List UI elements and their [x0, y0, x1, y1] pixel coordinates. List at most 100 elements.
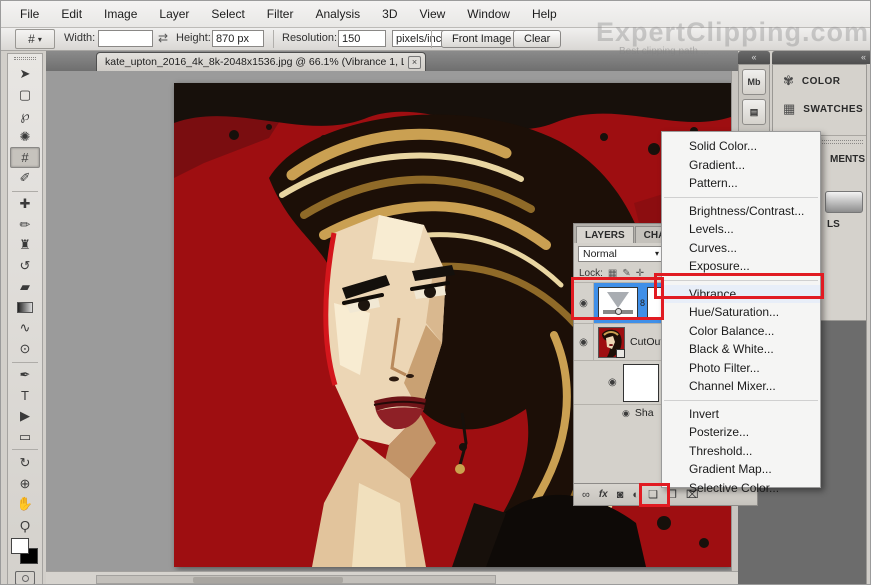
lock-paint-icon[interactable]: ✎	[622, 268, 630, 279]
menu-item-gradient-map[interactable]: Gradient Map...	[662, 460, 820, 479]
visibility-toggle[interactable]: ◉	[574, 283, 594, 323]
spot-healing-brush-tool[interactable]: ✚	[10, 194, 40, 215]
width-input[interactable]	[98, 30, 153, 47]
menu-window[interactable]: Window	[456, 2, 521, 26]
menu-layer[interactable]: Layer	[148, 2, 200, 26]
menu-analysis[interactable]: Analysis	[304, 2, 371, 26]
menu-item-vibrance[interactable]: Vibrance...	[662, 284, 820, 303]
color-panel-tab[interactable]: ✾ COLOR	[773, 65, 870, 93]
move-tool[interactable]: ➤	[10, 64, 40, 85]
eraser-tool[interactable]: ▰	[10, 277, 40, 298]
gradient-tool[interactable]	[10, 297, 40, 318]
menu-item-color-balance[interactable]: Color Balance...	[662, 322, 820, 341]
pen-tool[interactable]: ✒	[10, 364, 40, 385]
menu-item-brightness-contrast[interactable]: Brightness/Contrast...	[662, 202, 820, 221]
visibility-toggle[interactable]: ◉	[574, 324, 594, 360]
quick-mask-button[interactable]	[15, 571, 35, 584]
horizontal-scrollbar[interactable]	[96, 575, 496, 584]
lock-move-icon[interactable]: ✛	[636, 268, 644, 279]
menu-item-solid-color[interactable]: Solid Color...	[662, 137, 820, 156]
tool-preset-picker[interactable]: # ▾	[15, 29, 55, 49]
menu-item-curves[interactable]: Curves...	[662, 239, 820, 258]
brush-tool[interactable]: ✏	[10, 214, 40, 235]
clear-button[interactable]: Clear	[513, 30, 562, 48]
menu-filter[interactable]: Filter	[256, 2, 305, 26]
menu-view[interactable]: View	[408, 2, 456, 26]
menu-item-photo-filter[interactable]: Photo Filter...	[662, 359, 820, 378]
rectangular-marquee-tool[interactable]: ▢	[10, 85, 40, 106]
type-tool[interactable]: T	[10, 385, 40, 406]
blend-mode-select[interactable]: Normal ▾	[578, 245, 664, 262]
menu-edit[interactable]: Edit	[50, 2, 93, 26]
dodge-icon: ⊙	[19, 341, 31, 357]
collapse-panels-button[interactable]: «	[772, 51, 870, 64]
height-input[interactable]	[212, 30, 264, 47]
hand-tool[interactable]: ✋	[10, 494, 40, 515]
divider	[273, 30, 274, 48]
3d-rotate-tool[interactable]: ↻	[10, 452, 40, 473]
menu-item-black-white[interactable]: Black & White...	[662, 340, 820, 359]
tab-layers[interactable]: LAYERS	[576, 226, 634, 243]
divider	[12, 190, 38, 192]
document-tab[interactable]: kate_upton_2016_4k_8k-2048x1536.jpg @ 66…	[96, 52, 426, 71]
menu-image[interactable]: Image	[93, 2, 148, 26]
smudge-tool[interactable]: ∿	[10, 318, 40, 339]
menu-select[interactable]: Select	[200, 2, 255, 26]
history-brush-tool[interactable]: ↺	[10, 256, 40, 277]
menu-item-gradient[interactable]: Gradient...	[662, 156, 820, 175]
lock-label: Lock:	[579, 267, 603, 279]
menu-item-channel-mixer[interactable]: Channel Mixer...	[662, 377, 820, 396]
menu-item-threshold[interactable]: Threshold...	[662, 442, 820, 461]
mini-bridge-button[interactable]: Mb	[742, 69, 766, 95]
zoom-tool[interactable]: Ϙ	[10, 515, 40, 536]
gradient-preset-button[interactable]	[825, 191, 863, 213]
menu-item-pattern[interactable]: Pattern...	[662, 174, 820, 193]
new-adjustment-layer-icon[interactable]: ◐	[632, 489, 639, 501]
panel-icon: ▤	[749, 106, 759, 117]
eye-icon[interactable]: ◉	[622, 408, 630, 419]
cutout-layer-thumbnail[interactable]	[598, 326, 625, 358]
foreground-color-swatch[interactable]	[11, 538, 29, 555]
menu-item-levels[interactable]: Levels...	[662, 220, 820, 239]
mask-thumbnail[interactable]	[622, 363, 659, 402]
menu-3d[interactable]: 3D	[371, 2, 408, 26]
color-panel-label: COLOR	[801, 75, 841, 87]
quick-selection-tool[interactable]: ✺	[10, 126, 40, 147]
eyedropper-icon: ✐	[19, 170, 31, 186]
collapse-panels-button[interactable]: «	[738, 51, 770, 64]
menu-file[interactable]: File	[9, 2, 50, 26]
eyedropper-tool[interactable]: ✐	[10, 168, 40, 189]
chevron-down-icon: ▾	[654, 249, 659, 258]
eraser-icon: ▰	[20, 278, 30, 294]
menu-item-selective-color[interactable]: Selective Color...	[662, 479, 820, 498]
menu-item-hue-saturation[interactable]: Hue/Saturation...	[662, 303, 820, 322]
menu-item-exposure[interactable]: Exposure...	[662, 257, 820, 276]
rectangle-tool[interactable]: ▭	[10, 427, 40, 448]
toolbox-grip[interactable]	[14, 57, 36, 60]
crop-tool[interactable]: #	[10, 146, 40, 168]
history-brush-icon: ↺	[19, 258, 31, 274]
new-group-icon[interactable]: ❏	[648, 488, 658, 501]
lasso-tool[interactable]: ℘	[10, 105, 40, 126]
menu-item-posterize[interactable]: Posterize...	[662, 423, 820, 442]
dodge-tool[interactable]: ⊙	[10, 339, 40, 360]
marquee-icon: ▢	[18, 87, 32, 103]
front-image-button[interactable]: Front Image	[441, 30, 523, 48]
menu-help[interactable]: Help	[521, 2, 568, 26]
clone-stamp-tool[interactable]: ♜	[10, 235, 40, 256]
path-selection-tool[interactable]: ▶	[10, 406, 40, 427]
scrollbar-thumb[interactable]	[193, 577, 343, 583]
swap-dimensions-icon[interactable]: ⇄	[158, 31, 168, 45]
3d-orbit-tool[interactable]: ⊕	[10, 473, 40, 494]
swatches-panel-tab[interactable]: ▦ SWATCHES	[773, 93, 870, 121]
link-layers-icon[interactable]: ∞	[582, 489, 590, 501]
menu-item-invert[interactable]: Invert	[662, 405, 820, 424]
vibrance-thumbnail[interactable]	[598, 286, 638, 320]
lock-transparency-icon[interactable]: ▦	[608, 268, 617, 279]
layer-style-icon[interactable]: fx	[599, 489, 608, 500]
add-layer-mask-icon[interactable]: ◙	[617, 489, 624, 501]
resolution-input[interactable]	[338, 30, 386, 47]
close-icon[interactable]: ×	[408, 55, 421, 69]
panel-icon-button[interactable]: ▤	[742, 99, 766, 125]
eye-icon[interactable]: ◉	[608, 377, 617, 388]
